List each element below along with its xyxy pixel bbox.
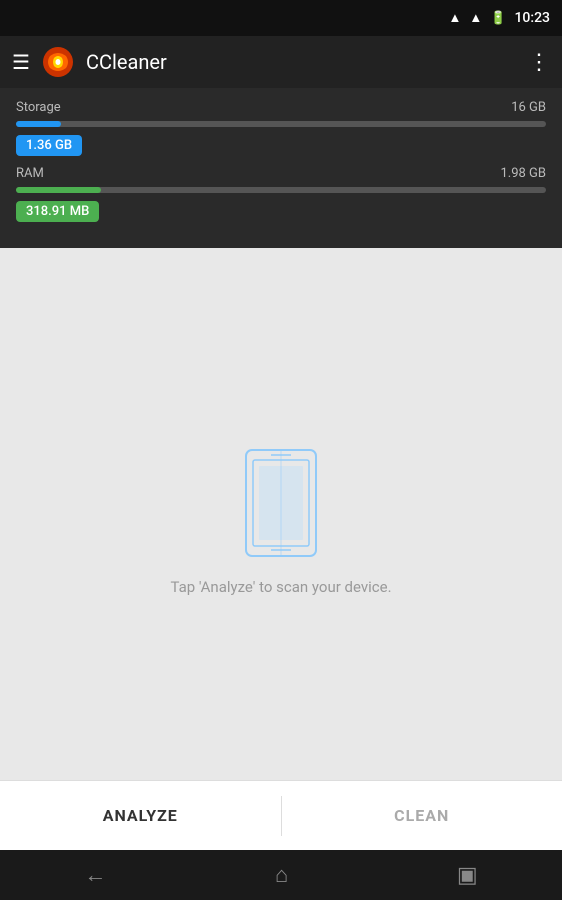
menu-icon[interactable]: ☰ xyxy=(12,50,30,74)
recent-apps-button[interactable]: ▣ xyxy=(457,863,478,888)
ram-label: RAM xyxy=(16,166,44,181)
ram-stat: RAM 1.98 GB 318.91 MB xyxy=(16,166,546,222)
app-title: CCleaner xyxy=(86,50,516,74)
storage-label: Storage xyxy=(16,100,61,115)
status-bar: ▲ ▲ 🔋 10:23 xyxy=(0,0,562,36)
main-content: Tap 'Analyze' to scan your device. xyxy=(0,248,562,795)
home-button[interactable]: ⌂ xyxy=(275,862,288,888)
battery-icon: 🔋 xyxy=(490,11,506,26)
ram-progress-track xyxy=(16,187,546,193)
stats-bar: Storage 16 GB 1.36 GB RAM 1.98 GB 318.91… xyxy=(0,88,562,248)
scan-hint: Tap 'Analyze' to scan your device. xyxy=(170,578,391,596)
top-bar: ☰ CCleaner ⋮ xyxy=(0,36,562,88)
status-time: 10:23 xyxy=(514,10,550,26)
app-logo xyxy=(42,46,74,78)
storage-stat: Storage 16 GB 1.36 GB xyxy=(16,100,546,156)
back-button[interactable]: ← xyxy=(84,862,106,888)
bottom-nav: ← ⌂ ▣ xyxy=(0,850,562,900)
ram-progress-fill xyxy=(16,187,101,193)
wifi-icon: ▲ xyxy=(449,10,462,26)
storage-total: 16 GB xyxy=(511,100,546,115)
analyze-button[interactable]: ANALYZE xyxy=(0,781,281,850)
ram-total: 1.98 GB xyxy=(500,166,546,181)
storage-progress-fill xyxy=(16,121,61,127)
phone-illustration xyxy=(241,448,321,558)
storage-badge: 1.36 GB xyxy=(16,135,82,156)
ram-badge: 318.91 MB xyxy=(16,201,99,222)
action-bar: ANALYZE CLEAN xyxy=(0,780,562,850)
signal-icon: ▲ xyxy=(469,10,482,26)
more-options-icon[interactable]: ⋮ xyxy=(528,50,550,75)
clean-button[interactable]: CLEAN xyxy=(282,781,562,850)
storage-progress-track xyxy=(16,121,546,127)
